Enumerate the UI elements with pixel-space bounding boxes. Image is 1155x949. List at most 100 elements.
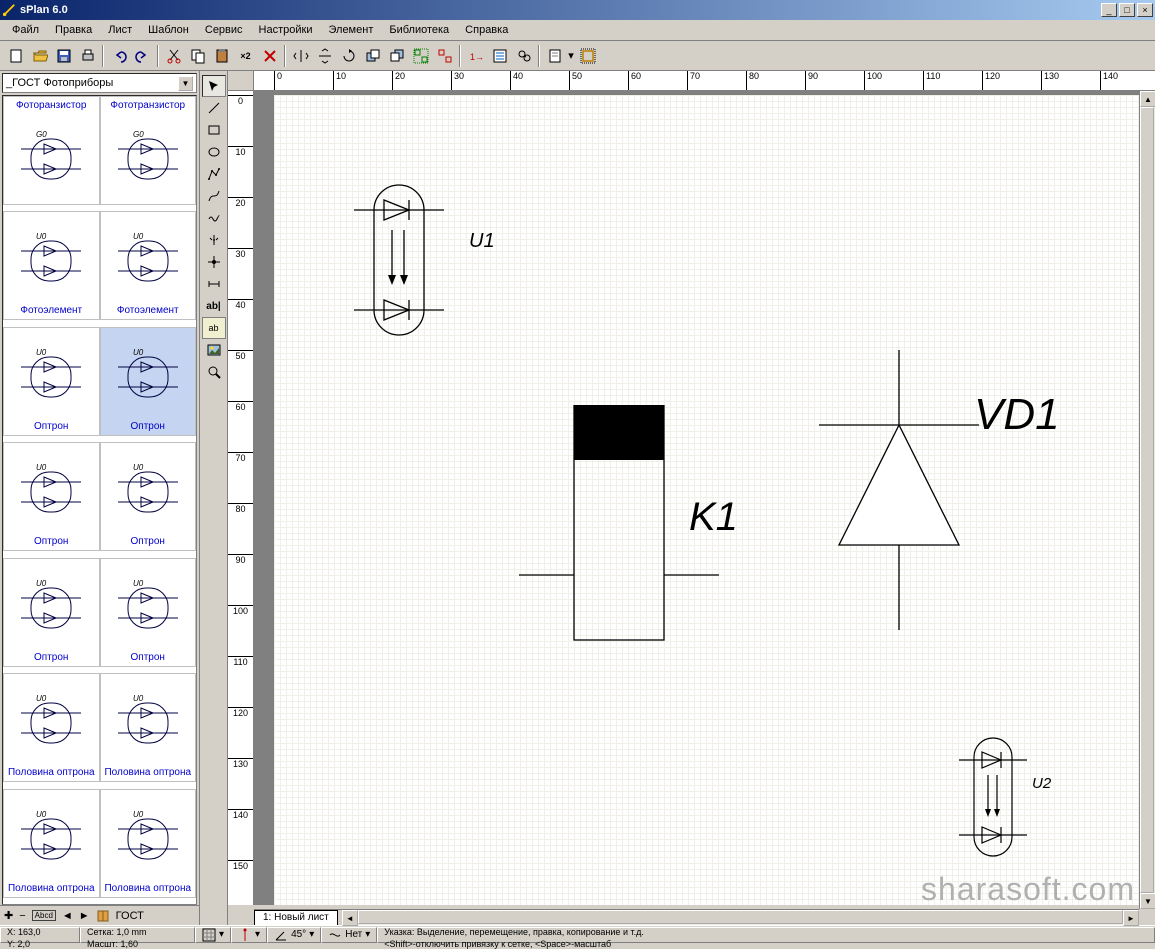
scroll-down-icon[interactable]: ▼ [1140,893,1155,909]
svg-text:U0: U0 [133,694,144,703]
library-item[interactable]: U0Фотоэлемент [3,211,100,320]
library-item[interactable]: ФоторанзисторG0 [3,96,100,205]
junction-tool-icon[interactable] [202,251,226,273]
list-icon[interactable] [488,45,511,67]
sheet-tab[interactable]: 1: Новый лист [254,910,338,925]
menu-file[interactable]: Файл [4,22,47,38]
component-u1[interactable] [354,180,474,340]
ruler-tick: 40 [510,71,523,90]
redo-icon[interactable] [131,45,154,67]
new-icon[interactable] [4,45,27,67]
nav-right-icon[interactable]: ► [79,910,90,922]
page-dropdown-icon[interactable]: ▾ [567,45,575,67]
rect-tool-icon[interactable] [202,119,226,141]
library-selector[interactable]: _ГОСТ Фотоприборы ▼ [2,73,197,93]
remove-icon[interactable]: − [19,910,25,922]
scroll-left-icon[interactable]: ◄ [342,910,358,926]
undo-icon[interactable] [107,45,130,67]
back-icon[interactable] [385,45,408,67]
library-item[interactable]: ФототранзисторG0 [100,96,197,205]
open-icon[interactable] [28,45,51,67]
group-icon[interactable] [409,45,432,67]
label-icon[interactable]: Abcd [32,910,56,921]
mirror-v-icon[interactable] [313,45,336,67]
menu-service[interactable]: Сервис [197,22,251,38]
renumber-icon[interactable]: 1→ [464,45,487,67]
title-bar: sPlan 6.0 _ □ × [0,0,1155,20]
add-icon[interactable]: ✚ [4,909,13,922]
library-item[interactable]: U0Оптрон [100,327,197,436]
zoom-tool-icon[interactable] [202,361,226,383]
svg-text:U0: U0 [133,232,144,241]
component-u2[interactable] [959,735,1039,860]
front-icon[interactable] [361,45,384,67]
textblock-tool-icon[interactable]: ab [202,317,226,339]
close-button[interactable]: × [1137,3,1153,17]
scroll-up-icon[interactable]: ▲ [1140,91,1155,107]
minimize-button[interactable]: _ [1101,3,1117,17]
label-u1[interactable]: U1 [469,230,495,253]
delete-icon[interactable] [258,45,281,67]
copy-icon[interactable] [186,45,209,67]
dimension-tool-icon[interactable] [202,273,226,295]
chevron-down-icon[interactable]: ▼ [178,76,193,91]
paste-icon[interactable] [210,45,233,67]
library-item[interactable]: U0Оптрон [100,442,197,551]
library-item[interactable]: U0Половина оптрона [100,673,197,782]
ruler-tick: 0 [274,71,282,90]
freehand-tool-icon[interactable] [202,207,226,229]
menu-bar: Файл Правка Лист Шаблон Сервис Настройки… [0,20,1155,41]
library-item[interactable]: U0Оптрон [3,327,100,436]
rubber-toggle[interactable]: Нет▾ [321,927,377,943]
print-icon[interactable] [76,45,99,67]
poly-tool-icon[interactable] [202,163,226,185]
library-item[interactable]: U0Половина оптрона [3,789,100,898]
special-tool-icon[interactable] [202,229,226,251]
label-u2[interactable]: U2 [1032,775,1051,792]
vertical-scrollbar[interactable]: ▲ ▼ [1139,91,1155,909]
menu-element[interactable]: Элемент [320,22,381,38]
menu-template[interactable]: Шаблон [140,22,197,38]
circle-tool-icon[interactable] [202,141,226,163]
library-item[interactable]: U0Половина оптрона [3,673,100,782]
menu-library[interactable]: Библиотека [381,22,457,38]
grid-toggle-icon[interactable]: ▾ [195,927,231,943]
maximize-button[interactable]: □ [1119,3,1135,17]
zoom-fit-icon[interactable] [576,45,599,67]
menu-edit[interactable]: Правка [47,22,100,38]
line-tool-icon[interactable] [202,97,226,119]
library-item-label-bottom: Оптрон [103,651,194,664]
library-item[interactable]: U0Оптрон [3,442,100,551]
menu-settings[interactable]: Настройки [251,22,321,38]
rotate-icon[interactable] [337,45,360,67]
library-item[interactable]: U0Половина оптрона [100,789,197,898]
library-item-label-bottom: Оптрон [6,651,97,664]
save-icon[interactable] [52,45,75,67]
menu-sheet[interactable]: Лист [100,22,140,38]
snap-toggle-icon[interactable]: ▾ [231,927,267,943]
cut-icon[interactable] [162,45,185,67]
pointer-tool-icon[interactable] [202,75,226,97]
label-k1[interactable]: K1 [689,495,738,540]
mirror-h-icon[interactable] [289,45,312,67]
duplicate-icon[interactable]: ×2 [234,45,257,67]
nav-left-icon[interactable]: ◄ [62,910,73,922]
library-name: _ГОСТ Фотоприборы [6,77,178,89]
angle-toggle[interactable]: 45°▾ [267,927,321,943]
ungroup-icon[interactable] [433,45,456,67]
menu-help[interactable]: Справка [457,22,516,38]
library-item[interactable]: U0Оптрон [3,558,100,667]
component-vd1[interactable] [819,350,979,630]
scroll-right-icon[interactable]: ► [1123,910,1139,926]
image-tool-icon[interactable] [202,339,226,361]
curve-tool-icon[interactable] [202,185,226,207]
canvas-viewport[interactable]: U1 K1 VD1 [254,91,1139,905]
search-icon[interactable] [512,45,535,67]
horizontal-scrollbar[interactable]: 1: Новый лист ◄ ► [254,909,1139,925]
library-item[interactable]: U0Оптрон [100,558,197,667]
page-icon[interactable] [543,45,566,67]
label-vd1[interactable]: VD1 [974,390,1060,440]
library-item[interactable]: U0Фотоэлемент [100,211,197,320]
canvas-page[interactable]: U1 K1 VD1 [274,95,1139,905]
text-tool-icon[interactable]: ab| [202,295,226,317]
